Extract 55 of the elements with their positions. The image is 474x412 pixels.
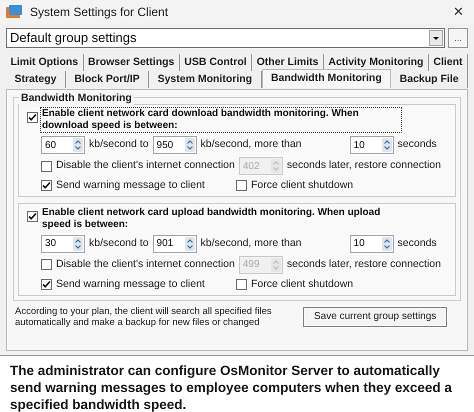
tab[interactable]: Backup File: [391, 71, 468, 88]
window-title: System Settings for Client: [30, 4, 170, 21]
spin-field[interactable]: 10: [350, 136, 394, 154]
spin-field[interactable]: 10: [350, 234, 394, 253]
checkbox-label: Force client shutdown: [251, 178, 354, 193]
checkbox-label: Send warning message to client: [56, 178, 206, 193]
checkbox[interactable]: [41, 259, 52, 270]
tab[interactable]: Browser Settings: [84, 54, 180, 71]
spin-field[interactable]: 30: [41, 234, 85, 253]
checkbox[interactable]: [236, 180, 247, 192]
spinner-arrows-icon: [184, 236, 195, 251]
group-title: Bandwidth Monitoring: [19, 91, 134, 107]
unit-label: kb/second, more than: [200, 137, 303, 152]
checkbox-label: Enable client network card upload bandwidth monitoring. When upload speed is between:: [41, 206, 382, 232]
unit-label: seconds later, restore connection: [286, 158, 441, 174]
unit-label: seconds later, restore connection: [286, 256, 441, 272]
unit-label: kb/second, more than: [200, 236, 303, 251]
tab[interactable]: Block Port/IP: [66, 71, 150, 88]
save-button[interactable]: Save current group settings: [303, 306, 448, 326]
close-button[interactable]: ✕: [449, 2, 468, 22]
spinner-arrows-icon: [270, 258, 281, 272]
spin-field[interactable]: 60: [41, 136, 85, 154]
tab[interactable]: Strategy: [6, 71, 66, 88]
checkbox-label: Send warning message to client: [56, 276, 206, 292]
checkbox[interactable]: [41, 279, 52, 290]
spinner-arrows-icon: [382, 236, 392, 251]
checkbox-label: Disable the client's internet connection: [56, 158, 235, 174]
checkbox[interactable]: [27, 112, 38, 123]
checkbox[interactable]: [27, 210, 38, 222]
unit-label: kb/second to: [89, 236, 149, 251]
checkbox-label: Disable the client's internet connection: [56, 256, 235, 272]
spin-field[interactable]: 901: [152, 234, 197, 253]
spinner-arrows-icon: [270, 159, 281, 173]
tab[interactable]: Bandwidth Monitoring: [262, 69, 392, 88]
unit-label: kb/second to: [89, 137, 149, 152]
checkbox-label: Force client shutdown: [251, 276, 354, 292]
tab[interactable]: USB Control: [180, 54, 252, 71]
checkbox[interactable]: [41, 160, 52, 172]
tab[interactable]: Client: [428, 54, 468, 71]
spinner-arrows-icon: [184, 138, 195, 152]
group-dropdown[interactable]: Default group settings: [6, 28, 445, 48]
unit-label: seconds: [398, 137, 437, 152]
checkbox[interactable]: [236, 279, 247, 290]
app-icon: [6, 5, 22, 19]
spinner-arrows-icon: [73, 138, 83, 152]
checkbox[interactable]: [41, 180, 52, 192]
caption-text: The administrator can configure OsMonitor Server to automatically send warning messages to employee computers when they exceed a specified bandwidth speed.: [9, 362, 453, 412]
spinner-arrows-icon: [73, 236, 83, 251]
spin-field[interactable]: 950: [152, 136, 197, 154]
more-button[interactable]: ...: [448, 28, 468, 48]
tab[interactable]: Limit Options: [6, 54, 84, 71]
dropdown-value: Default group settings: [10, 29, 138, 48]
unit-label: seconds: [398, 236, 437, 251]
info-text: According to your plan, the client will search all specified files automatically and make a backup for new files or changed: [15, 306, 273, 328]
spinner-arrows-icon: [382, 138, 392, 152]
